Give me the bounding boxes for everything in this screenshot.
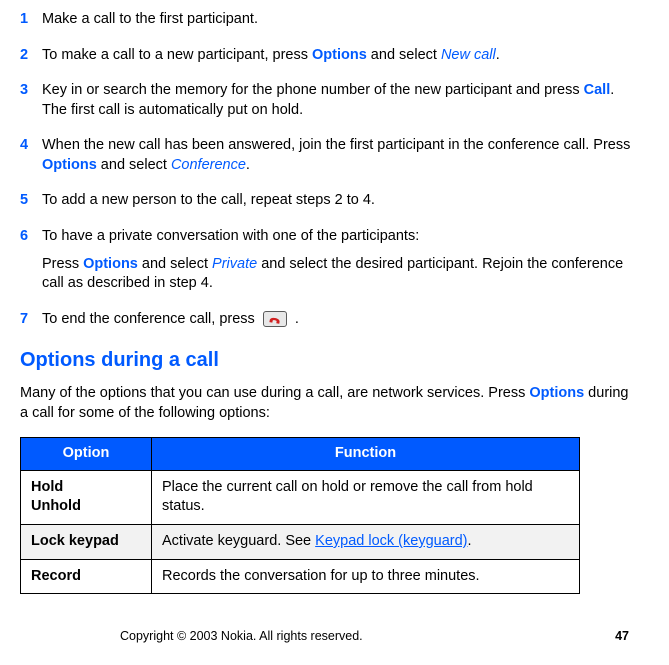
options-keyword: Options xyxy=(42,157,97,173)
options-keyword: Call xyxy=(584,82,611,98)
step-body: To add a new person to the call, repeat … xyxy=(42,191,633,215)
step: 7To end the conference call, press . xyxy=(20,310,633,334)
step-number: 6 xyxy=(20,227,42,298)
text: To make a call to a new participant, pre… xyxy=(42,47,312,63)
text: Key in or search the memory for the phon… xyxy=(42,82,584,98)
step-number: 2 xyxy=(20,46,42,70)
table-header-option: Option xyxy=(21,438,152,471)
step-body: To make a call to a new participant, pre… xyxy=(42,46,633,70)
step: 4When the new call has been answered, jo… xyxy=(20,136,633,179)
step-number: 7 xyxy=(20,310,42,334)
menu-item: New call xyxy=(441,47,496,63)
step-number: 1 xyxy=(20,10,42,34)
table-row: HoldUnhold Place the current call on hold… xyxy=(21,470,580,524)
options-table: Option Function HoldUnhold Place the curr… xyxy=(20,437,580,594)
table-row: Record Records the conversation for up to… xyxy=(21,559,580,594)
step: 3Key in or search the memory for the pho… xyxy=(20,81,633,124)
function-cell: Records the conversation for up to three… xyxy=(152,559,580,594)
text: Make a call to the first participant. xyxy=(42,11,258,27)
menu-item: Conference xyxy=(171,157,246,173)
text: and select xyxy=(97,157,171,173)
text: To add a new person to the call, repeat … xyxy=(42,192,375,208)
option-name-cell: Lock keypad xyxy=(21,525,152,560)
step-body: When the new call has been answered, joi… xyxy=(42,136,633,179)
section-heading: Options during a call xyxy=(20,347,633,374)
step: 6To have a private conversation with one… xyxy=(20,227,633,298)
step: 1Make a call to the first participant. xyxy=(20,10,633,34)
text: . xyxy=(467,533,471,549)
options-keyword: Options xyxy=(312,47,367,63)
page-footer: Copyright © 2003 Nokia. All rights reser… xyxy=(20,628,633,645)
step-number: 3 xyxy=(20,81,42,124)
section-intro: Many of the options that you can use dur… xyxy=(20,384,633,423)
step-body: To have a private conversation with one … xyxy=(42,227,633,298)
table-row: Lock keypadActivate keyguard. See Keypad… xyxy=(21,525,580,560)
options-keyword: Options xyxy=(529,385,584,401)
step-body: Make a call to the first participant. xyxy=(42,10,633,34)
text: . xyxy=(496,47,500,63)
function-cell: Activate keyguard. See Keypad lock (keyg… xyxy=(152,525,580,560)
text: Many of the options that you can use dur… xyxy=(20,385,529,401)
copyright-text: Copyright © 2003 Nokia. All rights reser… xyxy=(120,628,363,645)
table-header-function: Function xyxy=(152,438,580,471)
option-name-cell: Record xyxy=(21,559,152,594)
end-call-icon xyxy=(263,311,287,327)
text: and select xyxy=(138,256,212,272)
options-keyword: Options xyxy=(83,256,138,272)
page-number: 47 xyxy=(615,628,629,645)
step: 2To make a call to a new participant, pr… xyxy=(20,46,633,70)
step: 5To add a new person to the call, repeat… xyxy=(20,191,633,215)
text: Records the conversation for up to three… xyxy=(162,568,480,584)
option-name-cell: HoldUnhold xyxy=(21,470,152,524)
menu-item: Private xyxy=(212,256,257,272)
function-cell: Place the current call on hold or remove… xyxy=(152,470,580,524)
text: Activate keyguard. See xyxy=(162,533,315,549)
step-number: 5 xyxy=(20,191,42,215)
step-body: To end the conference call, press . xyxy=(42,310,633,334)
text: . xyxy=(246,157,250,173)
text: When the new call has been answered, joi… xyxy=(42,137,630,153)
text: To end the conference call, press xyxy=(42,311,259,327)
text: Press xyxy=(42,256,83,272)
step-body: Key in or search the memory for the phon… xyxy=(42,81,633,124)
text: To have a private conversation with one … xyxy=(42,228,419,244)
cross-reference-link: Keypad lock (keyguard) xyxy=(315,533,467,549)
text: Place the current call on hold or remove… xyxy=(162,479,533,515)
steps-list: 1Make a call to the first participant.2T… xyxy=(20,10,633,333)
step-number: 4 xyxy=(20,136,42,179)
text: and select xyxy=(367,47,441,63)
text: . xyxy=(291,311,299,327)
